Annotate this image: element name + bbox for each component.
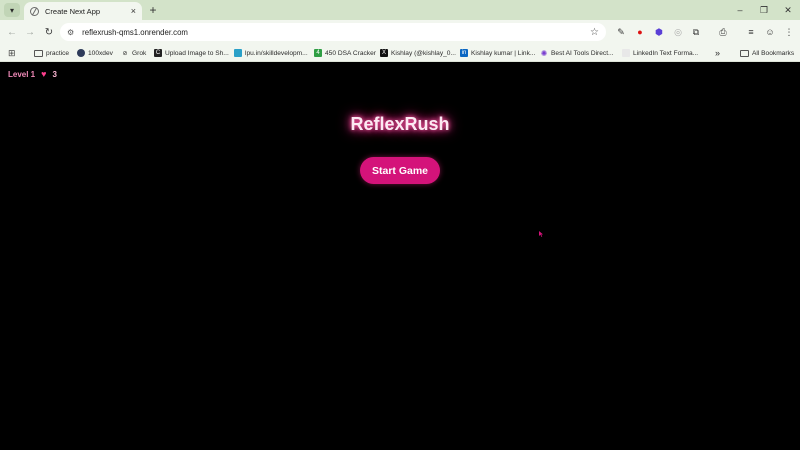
profile-icon[interactable]: ☺ <box>764 26 776 38</box>
screenshot-icon[interactable]: ⎙ <box>717 26 729 38</box>
bookmark-item[interactable]: practice <box>34 46 69 60</box>
all-bookmarks-button[interactable]: All Bookmarks <box>740 46 794 60</box>
back-button[interactable]: ← <box>5 25 19 39</box>
tab-strip: ▾ Create Next App × + – ❐ ✕ <box>0 0 800 20</box>
new-tab-button[interactable]: + <box>147 3 159 17</box>
all-bookmarks-label: All Bookmarks <box>752 49 795 57</box>
bookmark-item[interactable]: X Kishlay (@kishlay_0... <box>380 46 456 60</box>
puzzle-icon[interactable]: ⧉ <box>690 26 702 38</box>
hud: Level 1 ♥ 3 <box>8 69 57 80</box>
bookmark-label: Kishlay kumar | Link... <box>471 49 536 57</box>
arrow-left-icon: ← <box>7 26 17 38</box>
apps-grid-icon: ⊞ <box>8 47 16 58</box>
bookmarks-bar: ⊞ practice 100xdev ⊘ Grok C Upload Image… <box>0 44 800 62</box>
reload-icon: ↻ <box>44 26 54 38</box>
bookmark-star-icon[interactable]: ☆ <box>590 27 599 38</box>
close-tab-icon[interactable]: × <box>131 6 136 16</box>
c-icon: C <box>154 49 162 57</box>
site-info-icon[interactable]: ⚙ <box>67 28 74 37</box>
forward-button[interactable]: → <box>23 25 37 39</box>
bookmark-item[interactable]: in Kishlay kumar | Link... <box>460 46 535 60</box>
menu-icon[interactable]: ⋮ <box>783 26 795 38</box>
mouse-cursor-icon <box>539 231 543 237</box>
reload-button[interactable]: ↻ <box>42 25 56 39</box>
folder-icon <box>740 49 749 57</box>
bookmark-item[interactable]: lpu.in/skilldevelopm... <box>234 46 308 60</box>
extension-badge-icon[interactable]: ⬢ <box>653 26 665 38</box>
game-page: Level 1 ♥ 3 ReflexRush Start Game <box>0 63 800 450</box>
grok-icon: ⊘ <box>122 50 128 57</box>
globe-icon <box>77 49 85 57</box>
bookmark-item[interactable]: C Upload Image to Sh... <box>154 46 229 60</box>
x-icon: X <box>380 49 388 57</box>
gear-icon: ✺ <box>540 48 548 58</box>
url-text: reflexrush-qms1.onrender.com <box>82 27 188 37</box>
bookmarks-overflow-button[interactable]: » <box>715 46 720 60</box>
bookmark-item[interactable]: 4 450 DSA Cracker <box>314 46 376 60</box>
start-game-button[interactable]: Start Game <box>360 157 440 184</box>
bookmark-label: 100xdev <box>88 49 113 57</box>
bookmark-item[interactable]: LinkedIn Text Forma... <box>622 46 698 60</box>
address-bar[interactable]: ⚙ reflexrush-qms1.onrender.com ☆ <box>60 23 606 41</box>
arrow-right-icon: → <box>25 26 35 38</box>
compass-icon[interactable]: ◎ <box>672 26 684 38</box>
tab-title: Create Next App <box>45 6 101 16</box>
media-queue-icon[interactable]: ≡ <box>745 26 757 38</box>
folder-icon <box>34 49 43 57</box>
heart-icon: ♥ <box>41 69 47 79</box>
bookmark-label: LinkedIn Text Forma... <box>633 49 699 57</box>
bookmark-item[interactable]: ⊘ Grok <box>121 46 146 60</box>
bookmark-label: 450 DSA Cracker <box>325 49 376 57</box>
sheet-icon: 4 <box>314 49 322 57</box>
lives-count: 3 <box>52 70 57 79</box>
close-window-button[interactable]: ✕ <box>776 0 800 20</box>
restore-button[interactable]: ❐ <box>752 0 776 20</box>
opera-icon[interactable]: ● <box>634 26 646 38</box>
bookmark-label: Kishlay (@kishlay_0... <box>391 49 456 57</box>
bookmark-label: Upload Image to Sh... <box>165 49 229 57</box>
chevron-down-icon: ▾ <box>9 5 14 15</box>
bookmark-label: Grok <box>132 49 147 57</box>
bookmark-item[interactable]: ✺ Best AI Tools Direct... <box>540 46 614 60</box>
apps-button[interactable]: ⊞ <box>8 46 16 60</box>
active-tab[interactable]: Create Next App × <box>24 2 142 20</box>
monitor-icon <box>234 49 242 57</box>
bookmark-item[interactable]: 100xdev <box>77 46 113 60</box>
game-title: ReflexRush <box>350 114 450 134</box>
bookmark-label: practice <box>46 49 70 57</box>
linkedin-icon: in <box>460 49 468 57</box>
bookmark-label: lpu.in/skilldevelopm... <box>245 49 308 57</box>
tab-search-button[interactable]: ▾ <box>4 3 20 17</box>
minimize-button[interactable]: – <box>728 0 752 20</box>
pen-icon[interactable]: ✎ <box>615 26 627 38</box>
level-indicator: Level 1 <box>8 70 36 79</box>
browser-toolbar: ← → ↻ ⚙ reflexrush-qms1.onrender.com ☆ ✎… <box>0 20 800 44</box>
window-controls: – ❐ ✕ <box>728 0 800 20</box>
bookmark-label: Best AI Tools Direct... <box>551 49 614 57</box>
globe-icon <box>30 6 39 16</box>
doc-icon <box>622 49 630 57</box>
